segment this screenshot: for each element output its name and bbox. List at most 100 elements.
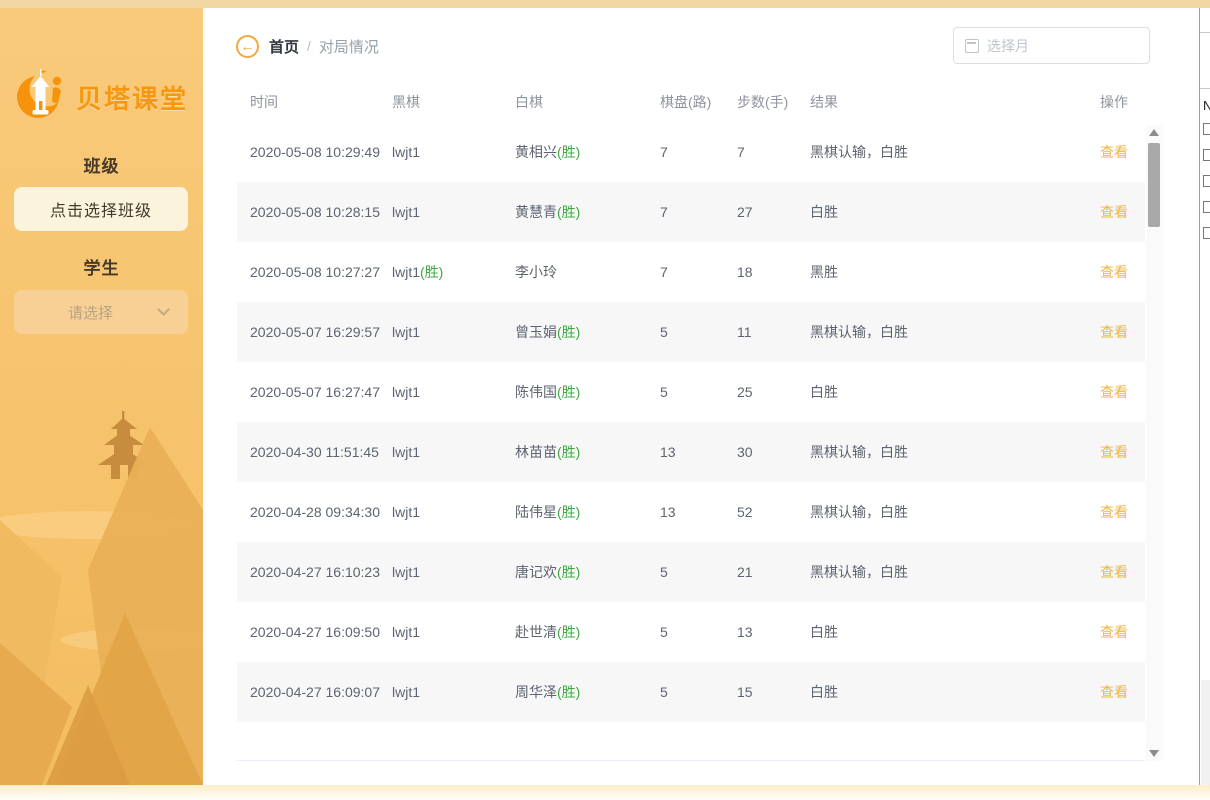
cell-white-player: 陆伟星(胜) — [515, 502, 660, 522]
cell-action: 查看 — [1080, 562, 1145, 582]
cell-black-player: lwjt1 — [392, 444, 515, 460]
white-win-badge: (胜) — [557, 564, 580, 580]
partial-checkbox[interactable] — [1203, 227, 1210, 239]
cell-black-player: lwjt1 — [392, 564, 515, 580]
view-link[interactable]: 查看 — [1100, 264, 1128, 280]
header-result: 结果 — [810, 92, 1080, 112]
back-arrow-icon: ← — [241, 38, 255, 54]
table-row: 2020-05-08 10:27:27 lwjt1(胜) 李小玲 7 18 黑胜… — [237, 242, 1145, 302]
white-player-name: 陈伟国 — [515, 384, 557, 400]
cell-white-player: 林苗苗(胜) — [515, 442, 660, 462]
calendar-icon — [965, 39, 979, 53]
breadcrumb: ← 首页 / 对局情况 — [236, 32, 379, 60]
partial-window-label: N — [1203, 98, 1210, 113]
cell-action: 查看 — [1080, 142, 1145, 162]
cell-result: 黑棋认输，白胜 — [810, 562, 1080, 582]
cell-board-size: 5 — [660, 684, 737, 700]
white-player-name: 曾玉娟 — [515, 324, 557, 340]
cell-action: 查看 — [1080, 622, 1145, 642]
cell-board-size: 13 — [660, 444, 737, 460]
cell-result: 白胜 — [810, 682, 1080, 702]
scroll-up-icon[interactable] — [1149, 129, 1159, 136]
white-player-name: 周华泽 — [515, 684, 557, 700]
view-link[interactable]: 查看 — [1100, 684, 1128, 700]
partial-window-divider — [1200, 88, 1210, 89]
cell-black-player: lwjt1 — [392, 624, 515, 640]
student-label: 学生 — [0, 254, 203, 279]
view-link[interactable]: 查看 — [1100, 144, 1128, 160]
white-win-badge: (胜) — [557, 624, 580, 640]
back-button[interactable]: ← — [236, 35, 259, 58]
white-win-badge: (胜) — [557, 144, 580, 160]
partial-checkbox[interactable] — [1203, 175, 1210, 187]
cell-white-player: 黄慧青(胜) — [515, 202, 660, 222]
cell-moves: 25 — [737, 384, 810, 400]
select-class-button[interactable]: 点击选择班级 — [14, 187, 188, 231]
cell-moves: 27 — [737, 204, 810, 220]
cell-black-player: lwjt1 — [392, 204, 515, 220]
white-player-name: 黄相兴 — [515, 144, 557, 160]
cell-time: 2020-04-27 16:10:23 — [237, 564, 392, 580]
partial-checkbox[interactable] — [1203, 201, 1210, 213]
cell-board-size: 5 — [660, 564, 737, 580]
table-row: 2020-04-30 11:51:45 lwjt1 林苗苗(胜) 13 30 黑… — [237, 422, 1145, 482]
class-label: 班级 — [0, 152, 203, 177]
cell-white-player: 李小玲 — [515, 262, 660, 282]
cell-action: 查看 — [1080, 682, 1145, 702]
table-body: 2020-05-08 10:29:49 lwjt1 黄相兴(胜) 7 7 黑棋认… — [237, 122, 1145, 761]
table-row: 2020-05-07 16:27:47 lwjt1 陈伟国(胜) 5 25 白胜… — [237, 362, 1145, 422]
black-player-name: lwjt1 — [392, 204, 420, 220]
view-link[interactable]: 查看 — [1100, 204, 1128, 220]
table-header-row: 时间 黑棋 白棋 棋盘(路) 步数(手) 结果 操作 — [237, 82, 1145, 122]
cell-action: 查看 — [1080, 262, 1145, 282]
view-link[interactable]: 查看 — [1100, 444, 1128, 460]
cell-black-player: lwjt1 — [392, 324, 515, 340]
view-link[interactable]: 查看 — [1100, 324, 1128, 340]
cell-time: 2020-04-30 11:51:45 — [237, 444, 392, 460]
black-player-name: lwjt1 — [392, 504, 420, 520]
cell-black-player: lwjt1 — [392, 144, 515, 160]
cell-board-size: 13 — [660, 504, 737, 520]
black-player-name: lwjt1 — [392, 324, 420, 340]
cell-white-player: 赴世清(胜) — [515, 622, 660, 642]
cell-moves: 13 — [737, 624, 810, 640]
black-player-name: lwjt1 — [392, 264, 420, 280]
black-player-name: lwjt1 — [392, 624, 420, 640]
white-win-badge: (胜) — [557, 504, 580, 520]
student-select[interactable]: 请选择 — [14, 290, 188, 334]
black-player-name: lwjt1 — [392, 564, 420, 580]
partial-checkbox[interactable] — [1203, 123, 1210, 135]
partial-checkbox[interactable] — [1203, 149, 1210, 161]
view-link[interactable]: 查看 — [1100, 564, 1128, 580]
cell-moves: 11 — [737, 324, 810, 340]
cell-result: 黑胜 — [810, 262, 1080, 282]
breadcrumb-home[interactable]: 首页 — [269, 36, 299, 57]
app-logo: 贝塔课堂 — [16, 64, 196, 130]
header-action: 操作 — [1080, 92, 1145, 112]
month-picker-input[interactable]: 选择月 — [953, 27, 1150, 64]
top-strip — [0, 0, 1210, 8]
view-link[interactable]: 查看 — [1100, 624, 1128, 640]
table-row: 2020-05-07 16:29:57 lwjt1 曾玉娟(胜) 5 11 黑棋… — [237, 302, 1145, 362]
cell-moves: 15 — [737, 684, 810, 700]
cell-moves: 30 — [737, 444, 810, 460]
cell-time: 2020-05-07 16:29:57 — [237, 324, 392, 340]
cell-result: 白胜 — [810, 382, 1080, 402]
header-moves: 步数(手) — [737, 92, 810, 112]
sidebar: 贝塔课堂 班级 点击选择班级 学生 请选择 — [0, 8, 203, 785]
cell-moves: 21 — [737, 564, 810, 580]
view-link[interactable]: 查看 — [1100, 384, 1128, 400]
cell-board-size: 7 — [660, 144, 737, 160]
view-link[interactable]: 查看 — [1100, 504, 1128, 520]
table-scrollbar[interactable] — [1146, 125, 1163, 761]
cell-black-player: lwjt1 — [392, 504, 515, 520]
cell-result: 黑棋认输，白胜 — [810, 322, 1080, 342]
student-select-placeholder: 请选择 — [68, 302, 113, 323]
cell-action: 查看 — [1080, 202, 1145, 222]
scrollbar-thumb[interactable] — [1148, 143, 1160, 227]
cell-time: 2020-05-08 10:27:27 — [237, 264, 392, 280]
scroll-down-icon[interactable] — [1149, 750, 1159, 757]
cell-black-player: lwjt1 — [392, 384, 515, 400]
cell-result: 黑棋认输，白胜 — [810, 142, 1080, 162]
main-content: ← 首页 / 对局情况 选择月 时间 黑棋 白棋 棋盘(路) 步数(手) 结果 … — [203, 8, 1199, 785]
